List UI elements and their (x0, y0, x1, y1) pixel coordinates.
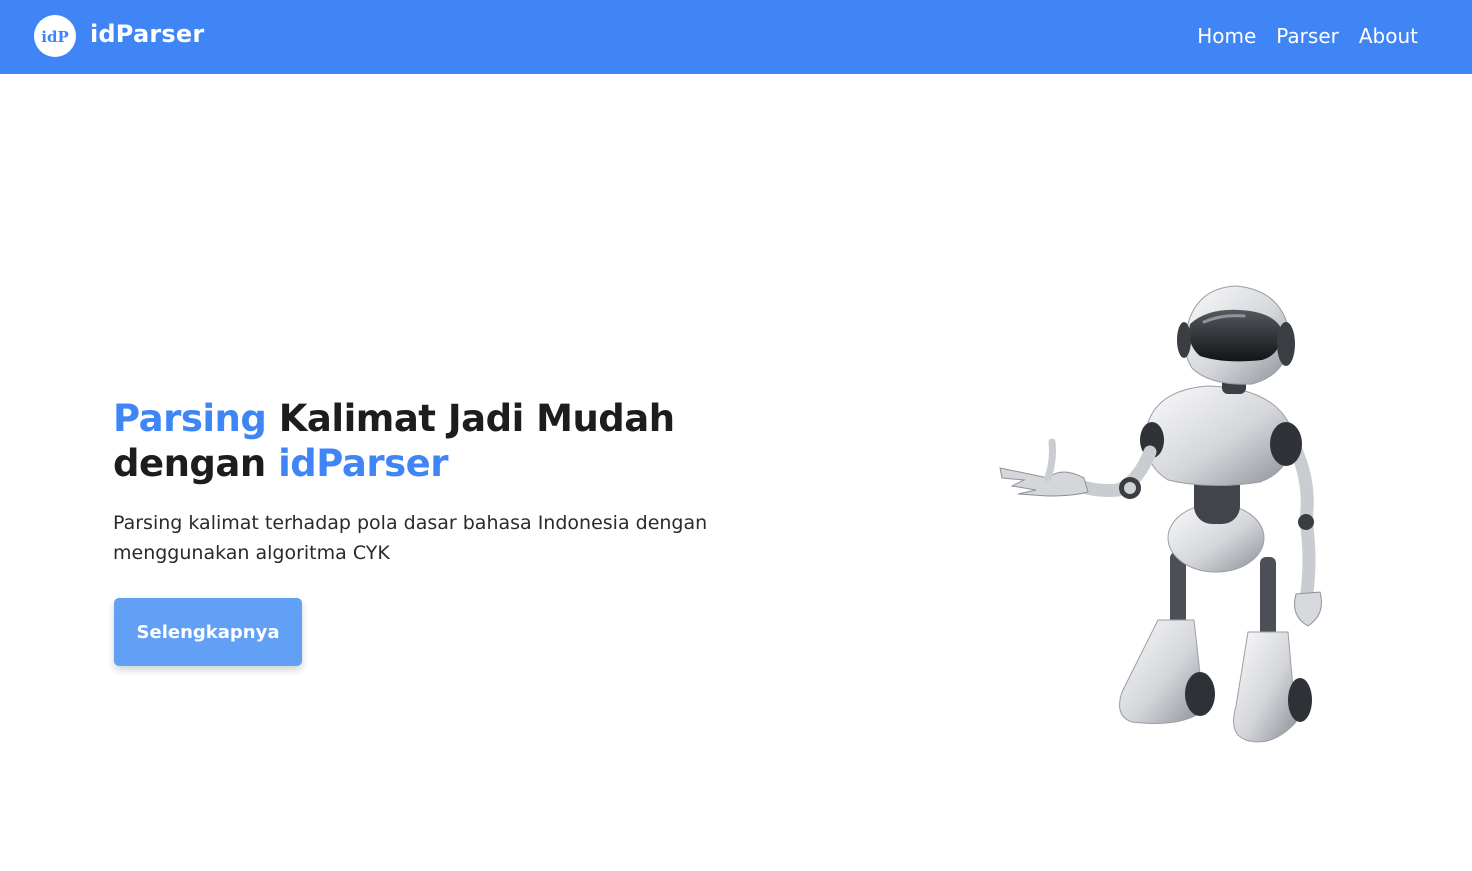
nav-links: Home Parser About (1177, 24, 1418, 48)
robot-illustration (999, 285, 1322, 743)
svg-text:idP: idP (41, 28, 68, 46)
hero-title-text-2: dengan (113, 442, 279, 485)
hero-title-highlight-parsing: Parsing (113, 397, 267, 440)
learn-more-button[interactable]: Selengkapnya (114, 598, 302, 666)
hero-title-highlight-idparser: idParser (278, 442, 448, 485)
brand-logo-icon: idP (41, 28, 68, 46)
nav-link-about[interactable]: About (1359, 24, 1418, 48)
brand[interactable]: idP idParser (34, 15, 204, 57)
nav-link-home[interactable]: Home (1197, 24, 1256, 48)
hero-description: Parsing kalimat terhadap pola dasar baha… (113, 512, 708, 564)
nav-link-parser[interactable]: Parser (1276, 24, 1339, 48)
hero-title-text-1: Kalimat Jadi Mudah (266, 397, 675, 440)
brand-logo: idP (34, 15, 76, 57)
hero-title: Parsing Kalimat Jadi Mudah dengan idParse… (113, 396, 675, 486)
brand-name: idParser (90, 20, 205, 48)
navbar: idP idParser Home Parser About (0, 0, 1472, 74)
